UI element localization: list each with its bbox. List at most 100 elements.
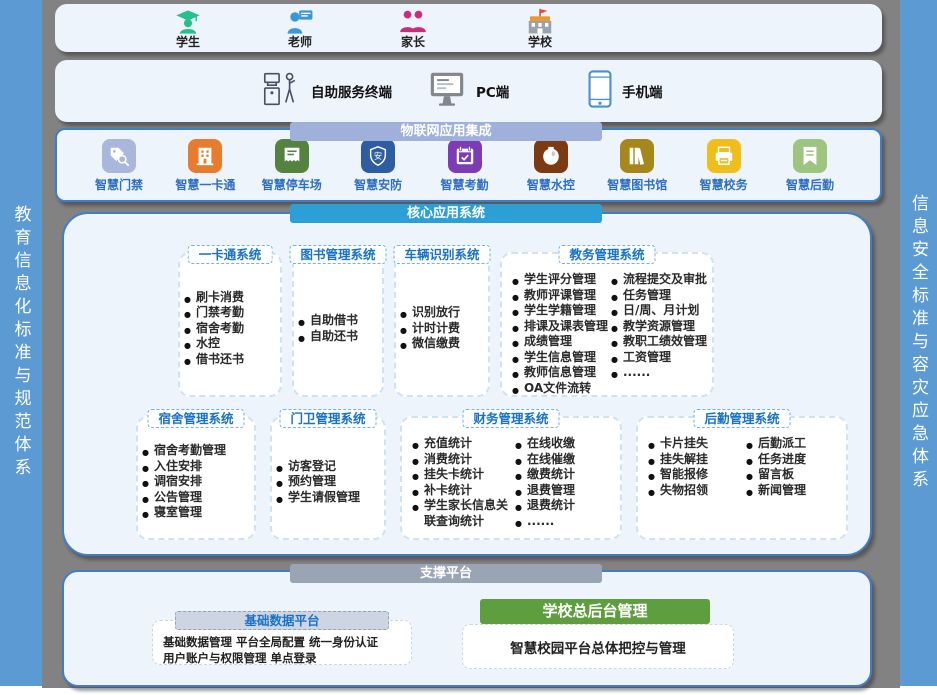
- feature-item: 成绩管理: [512, 334, 609, 350]
- role-label: 学生: [143, 36, 233, 49]
- system-box: 车辆识别系统识别放行计时计费微信缴费: [394, 252, 490, 397]
- system-feature-list: 刷卡消费门禁考勤宿舍考勤水控借书还书: [184, 290, 276, 368]
- terminal-item: PC端: [427, 60, 509, 122]
- system-box: 图书管理系统自助借书自助还书: [292, 252, 384, 397]
- feature-item: 自助还书: [298, 329, 378, 345]
- system-feature-columns: 访客登记预约管理学生请假管理: [272, 418, 384, 538]
- terminal-item: 手机端: [587, 60, 663, 122]
- feature-item: 学生请假管理: [276, 490, 380, 506]
- system-title: 一卡通系统: [188, 245, 273, 264]
- school-icon: [495, 8, 585, 36]
- feature-item: 日/周、月计划: [611, 303, 708, 319]
- role-item: 老师: [255, 8, 345, 49]
- system-feature-list: 在线收缴在线催缴缴费统计退费管理退费统计......: [515, 436, 616, 532]
- feature-item: 工资管理: [611, 350, 708, 366]
- feature-item: 公告管理: [142, 490, 250, 506]
- system-title: 图书管理系统: [289, 245, 386, 264]
- feature-item: 消费统计: [412, 452, 513, 468]
- feature-item: 任务管理: [611, 288, 708, 304]
- iot-label: 智慧图书馆: [597, 176, 677, 193]
- school-admin-platform-description: 智慧校园平台总体把控与管理: [462, 624, 734, 669]
- core-systems-row-2: 宿舍管理系统宿舍考勤管理入住安排调宿安排公告管理寝室管理门卫管理系统访客登记预约…: [136, 416, 848, 540]
- base-data-platform-box: 基础数据平台 基础数据管理 平台全局配置 统一身份认证 用户账户与权限管理 单点…: [152, 620, 412, 665]
- role-label: 学校: [495, 36, 585, 49]
- feature-item: 识别放行: [400, 305, 484, 321]
- feature-item: 流程提交及审批: [611, 272, 708, 288]
- feature-item: 教学资源管理: [611, 319, 708, 335]
- system-feature-list: 学生评分管理教师评课管理学生学籍管理排课及课表管理成绩管理学生信息管理教师信息管…: [512, 272, 609, 389]
- feature-item: 访客登记: [276, 459, 380, 475]
- graduate-icon: [143, 8, 233, 36]
- smart-campus-architecture-diagram: 教育信息化标准与规范体系 信息安全标准与容灾应急体系 学生老师家长学校 自助服务…: [0, 0, 937, 695]
- iot-label: 智慧一卡通: [165, 176, 245, 193]
- system-feature-list: 流程提交及审批任务管理日/周、月计划教学资源管理教职工绩效管理工资管理.....…: [611, 272, 708, 389]
- security-icon: 安: [361, 139, 395, 173]
- school-affairs-icon: [707, 139, 741, 173]
- svg-text:安: 安: [374, 151, 382, 161]
- system-feature-list: 充值统计消费统计挂失卡统计补卡统计学生家长信息关联查询统计: [412, 436, 513, 532]
- system-title: 宿舍管理系统: [147, 409, 244, 428]
- feature-item: 入住安排: [142, 459, 250, 475]
- logistics-icon: [793, 139, 827, 173]
- core-systems-row-1: 一卡通系统刷卡消费门禁考勤宿舍考勤水控借书还书图书管理系统自助借书自助还书车辆识…: [178, 252, 714, 397]
- support-platform-panel: 基础数据平台 基础数据管理 平台全局配置 统一身份认证 用户账户与权限管理 单点…: [62, 570, 872, 687]
- iot-item: 智慧后勤: [770, 139, 850, 200]
- feature-item: 后勤派工: [746, 436, 842, 452]
- iot-label: 智慧停车场: [252, 176, 332, 193]
- feature-item: 任务进度: [746, 452, 842, 468]
- system-box: 财务管理系统充值统计消费统计挂失卡统计补卡统计学生家长信息关联查询统计在线收缴在…: [400, 416, 622, 540]
- system-feature-list: 识别放行计时计费微信缴费: [400, 305, 484, 352]
- support-platform-banner: 支撑平台: [290, 564, 602, 583]
- iot-item: 智慧图书馆: [597, 139, 677, 200]
- attendance-icon: [448, 139, 482, 173]
- feature-item: 刷卡消费: [184, 290, 276, 306]
- system-feature-list: 卡片挂失挂失解挂智能报修失物招领: [648, 436, 744, 532]
- base-data-line: 基础数据管理 平台全局配置 统一身份认证: [163, 634, 411, 650]
- system-feature-list: 访客登记预约管理学生请假管理: [276, 459, 380, 506]
- feature-item: 在线催缴: [515, 452, 616, 468]
- iot-label: 智慧后勤: [770, 176, 850, 193]
- system-feature-list: 后勤派工任务进度留言板新闻管理: [746, 436, 842, 532]
- feature-item: ......: [515, 514, 616, 530]
- iot-label: 智慧考勤: [425, 176, 505, 193]
- system-feature-columns: 卡片挂失挂失解挂智能报修失物招领后勤派工任务进度留言板新闻管理: [638, 418, 846, 538]
- feature-item: 补卡统计: [412, 483, 513, 499]
- role-label: 老师: [255, 36, 345, 49]
- parking-icon: [275, 139, 309, 173]
- core-applications-panel: 一卡通系统刷卡消费门禁考勤宿舍考勤水控借书还书图书管理系统自助借书自助还书车辆识…: [62, 212, 872, 556]
- feature-item: 失物招领: [648, 483, 744, 499]
- feature-item: 充值统计: [412, 436, 513, 452]
- feature-item: 教职工绩效管理: [611, 334, 708, 350]
- role-item: 家长: [368, 8, 458, 49]
- iot-label: 智慧水控: [511, 176, 591, 193]
- feature-item: 学生信息管理: [512, 350, 609, 366]
- feature-item: 宿舍考勤: [184, 321, 276, 337]
- iot-item: 智慧门禁: [79, 139, 159, 200]
- system-feature-columns: 宿舍考勤管理入住安排调宿安排公告管理寝室管理: [138, 418, 254, 538]
- system-title: 车辆识别系统: [393, 245, 490, 264]
- feature-item: 卡片挂失: [648, 436, 744, 452]
- right-standards-bar: 信息安全标准与容灾应急体系: [900, 0, 937, 686]
- iot-item: 智慧停车场: [252, 139, 332, 200]
- system-feature-columns: 识别放行计时计费微信缴费: [396, 254, 488, 395]
- system-title: 教务管理系统: [558, 245, 655, 264]
- phone-icon: [587, 70, 613, 112]
- feature-item: 自助借书: [298, 313, 378, 329]
- iot-label: 智慧门禁: [79, 176, 159, 193]
- parents-icon: [368, 8, 458, 36]
- role-label: 家长: [368, 36, 458, 49]
- feature-item: 退费统计: [515, 498, 616, 514]
- school-admin-platform-title: 学校总后台管理: [480, 599, 710, 624]
- feature-item: 借书还书: [184, 352, 276, 368]
- system-feature-columns: 充值统计消费统计挂失卡统计补卡统计学生家长信息关联查询统计在线收缴在线催缴缴费统…: [402, 418, 620, 538]
- iot-label: 智慧校务: [684, 176, 764, 193]
- feature-item: 教师评课管理: [512, 288, 609, 304]
- feature-item: 微信缴费: [400, 336, 484, 352]
- left-standards-label: 教育信息化标准与规范体系: [9, 205, 34, 481]
- iot-item: 智慧考勤: [425, 139, 505, 200]
- role-item: 学生: [143, 8, 233, 49]
- water-icon: [534, 139, 568, 173]
- right-standards-label: 信息安全标准与容灾应急体系: [906, 194, 931, 493]
- system-title: 财务管理系统: [462, 409, 559, 428]
- system-box: 教务管理系统学生评分管理教师评课管理学生学籍管理排课及课表管理成绩管理学生信息管…: [500, 252, 714, 397]
